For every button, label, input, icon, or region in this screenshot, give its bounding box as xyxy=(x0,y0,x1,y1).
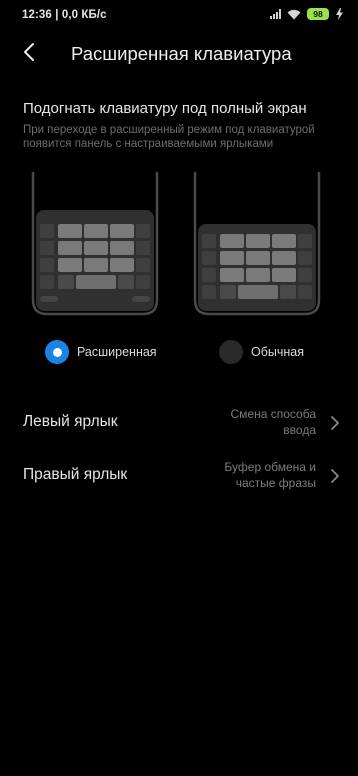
status-icons: 98 xyxy=(270,8,344,20)
chevron-right-icon xyxy=(331,416,339,430)
left-shortcut-value: Смена способа ввода xyxy=(230,407,316,437)
section-description: При переходе в расширенный режим под кла… xyxy=(23,124,315,150)
app-header: Расширенная клавиатура xyxy=(0,34,358,74)
option-normal[interactable]: Обычная xyxy=(219,340,304,364)
radio-unselected-icon[interactable] xyxy=(219,340,243,364)
wifi-icon xyxy=(287,9,301,19)
back-arrow-icon[interactable] xyxy=(18,40,42,64)
left-shortcut-row[interactable]: Левый ярлык Смена способа ввода xyxy=(0,398,358,448)
status-time-speed: 12:36 | 0,0 КБ/с xyxy=(22,9,107,21)
page-title: Расширенная клавиатура xyxy=(71,43,292,64)
section-title: Подогнать клавиатуру под полный экран xyxy=(23,100,307,117)
right-shortcut-row[interactable]: Правый ярлык Буфер обмена и частые фразы xyxy=(0,451,358,501)
right-shortcut-value: Буфер обмена и частые фразы xyxy=(224,460,316,490)
normal-keyboard-illustration[interactable] xyxy=(193,172,321,316)
option-expanded-label: Расширенная xyxy=(77,345,157,359)
left-shortcut-label: Левый ярлык xyxy=(23,413,118,430)
radio-selected-icon[interactable] xyxy=(45,340,69,364)
status-bar: 12:36 | 0,0 КБ/с 98 xyxy=(0,0,358,30)
right-shortcut-label: Правый ярлык xyxy=(23,466,128,483)
option-normal-label: Обычная xyxy=(251,345,305,359)
expanded-keyboard-illustration[interactable] xyxy=(31,172,159,316)
chevron-right-icon xyxy=(331,469,339,483)
option-expanded[interactable]: Расширенная xyxy=(45,340,157,364)
signal-icon xyxy=(270,9,281,19)
charging-icon xyxy=(336,8,343,20)
battery-icon: 98 xyxy=(307,8,329,20)
